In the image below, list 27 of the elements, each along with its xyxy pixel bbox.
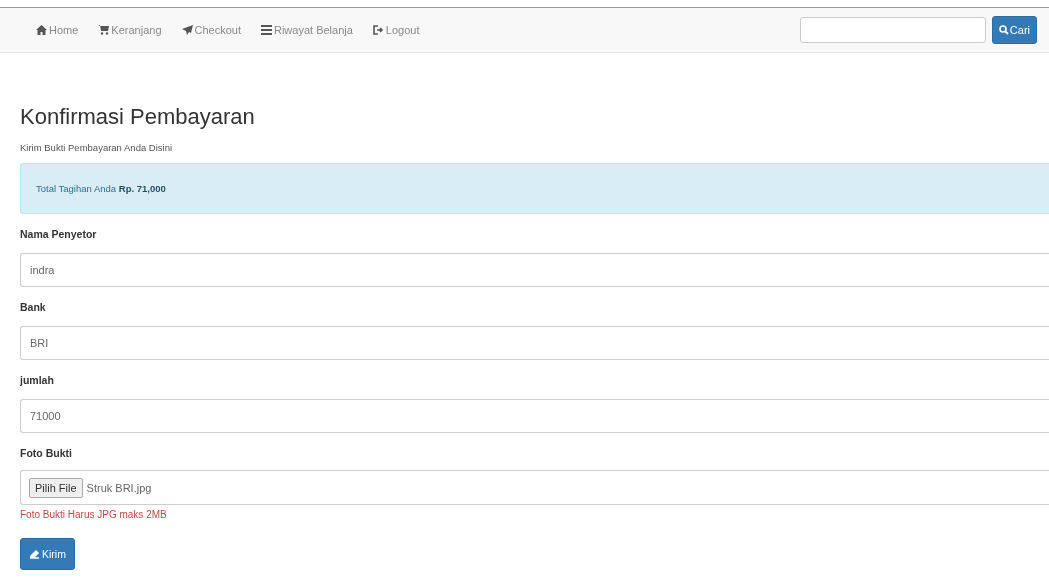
field-label: Foto Bukti [20,447,73,460]
input-field[interactable]: 71000 [20,399,1049,433]
search-icon [998,25,1009,35]
logout-icon [372,25,384,35]
field-label: jumlah [20,374,55,387]
search-field[interactable] [799,17,986,43]
field-label: Nama Penyetor [20,228,98,241]
search-button[interactable]: Cari [991,16,1037,44]
page-title: Konfirmasi Pembayaran [20,104,256,130]
nav-link[interactable]: Checkout [171,24,251,36]
field-label: Bank [20,301,47,314]
page-subtitle: Kirim Bukti Pembayaran Anda Disini [20,142,174,154]
home-icon [36,25,47,35]
nav-link[interactable]: Keranjang [88,24,172,36]
file-input[interactable]: Pilih File Struk BRI.jpg [20,470,1049,505]
submit-button[interactable]: Kirim [20,538,75,570]
nav-link[interactable]: Home [26,24,89,36]
nav-link[interactable]: Riwayat Belanja [251,24,363,36]
total-alert: Total Tagihan Anda Rp. 71,000 [20,163,1049,214]
input-field[interactable]: BRI [20,326,1049,360]
cart-icon [98,25,110,35]
input-field[interactable]: indra [20,253,1049,287]
help-text: Foto Bukti Harus JPG maks 2MB [20,509,168,521]
nav-link[interactable]: Logout [362,24,430,36]
list-icon [261,25,272,35]
edit-icon [29,549,40,559]
send-icon [181,25,193,35]
